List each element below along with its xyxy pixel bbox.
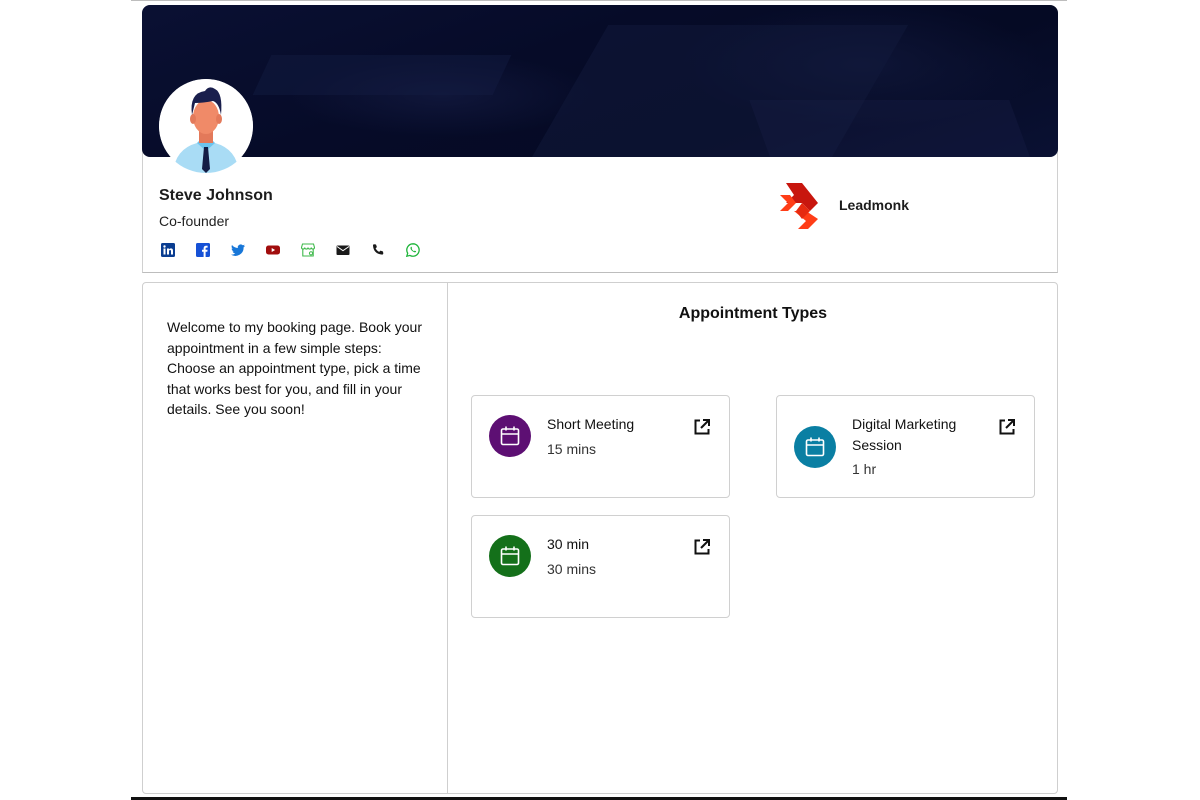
appointment-duration: 15 mins xyxy=(547,441,597,457)
store-link[interactable] xyxy=(301,242,336,258)
external-link-icon[interactable] xyxy=(693,538,711,556)
top-divider xyxy=(131,0,1067,1)
company-brand: Leadmonk xyxy=(780,181,909,229)
appointment-types-heading: Appointment Types xyxy=(678,305,828,322)
appointment-title: 30 min xyxy=(547,536,590,552)
appointment-types-column: Appointment Types Short Meeting 15 mins … xyxy=(449,283,1057,793)
appointment-title: Digital Marketing Session xyxy=(852,416,957,453)
phone-icon xyxy=(373,244,384,255)
youtube-icon xyxy=(266,245,280,255)
appointment-duration: 30 mins xyxy=(547,561,597,577)
twitter-icon xyxy=(231,244,245,256)
email-icon xyxy=(336,245,350,255)
phone-link[interactable] xyxy=(371,242,406,258)
appointment-card-digital-marketing-session[interactable]: Digital Marketing Session 1 hr xyxy=(776,395,1035,498)
profile-name: Steve Johnson xyxy=(159,187,273,204)
linkedin-icon xyxy=(161,243,175,257)
person-avatar-icon xyxy=(159,79,253,173)
store-icon xyxy=(301,243,315,257)
avatar xyxy=(159,79,253,173)
external-link-icon[interactable] xyxy=(998,418,1016,436)
whatsapp-icon xyxy=(406,243,420,257)
linkedin-link[interactable] xyxy=(161,242,196,258)
appointment-title: Short Meeting xyxy=(547,416,635,432)
calendar-icon xyxy=(489,535,531,577)
youtube-link[interactable] xyxy=(266,242,301,258)
cover-banner xyxy=(142,5,1058,157)
facebook-icon xyxy=(196,243,210,257)
welcome-column: Welcome to my booking page. Book your ap… xyxy=(143,283,448,793)
email-link[interactable] xyxy=(336,242,371,258)
external-link-icon[interactable] xyxy=(693,418,711,436)
appointment-card-short-meeting[interactable]: Short Meeting 15 mins xyxy=(471,395,730,498)
welcome-message: Welcome to my booking page. Book your ap… xyxy=(167,319,422,417)
twitter-link[interactable] xyxy=(231,242,266,258)
appointment-card-30-min[interactable]: 30 min 30 mins xyxy=(471,515,730,618)
leadmonk-logo-icon xyxy=(780,183,818,229)
whatsapp-link[interactable] xyxy=(406,242,441,258)
social-links xyxy=(161,242,441,258)
calendar-icon xyxy=(794,426,836,468)
facebook-link[interactable] xyxy=(196,242,231,258)
profile-card: Steve Johnson Co-founder Leadmonk xyxy=(142,5,1058,273)
booking-panel: Welcome to my booking page. Book your ap… xyxy=(142,282,1058,794)
calendar-icon xyxy=(489,415,531,457)
company-name: Leadmonk xyxy=(839,197,910,213)
profile-role: Co-founder xyxy=(159,213,230,229)
appointment-duration: 1 hr xyxy=(852,461,877,477)
